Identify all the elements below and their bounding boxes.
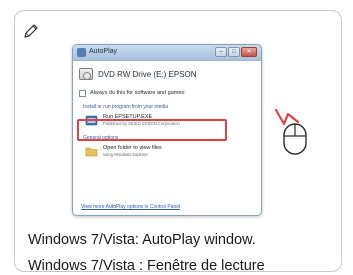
autoplay-window: AutoPlay – □ ✕ DVD RW Drive (E:) EPSON A… xyxy=(72,44,262,216)
highlight-box xyxy=(77,119,227,141)
dvd-drive-icon xyxy=(79,68,93,80)
caption-english: Windows 7/Vista: AutoPlay window. xyxy=(28,232,256,248)
open-folder-subtitle: using Windows Explorer xyxy=(103,152,148,157)
open-folder-option[interactable]: Open folder to view files using Windows … xyxy=(79,142,255,160)
open-folder-title: Open folder to view files xyxy=(103,145,162,151)
window-titlebar: AutoPlay – □ ✕ xyxy=(73,45,261,61)
drive-label: DVD RW Drive (E:) EPSON xyxy=(98,69,197,79)
autoplay-icon xyxy=(77,48,86,57)
always-do-this-checkbox[interactable] xyxy=(79,89,86,97)
window-title: AutoPlay xyxy=(89,48,118,55)
section-install-header: Install or run program from your media xyxy=(83,104,169,110)
maximize-button[interactable]: □ xyxy=(228,47,240,57)
checkbox-label: Always do this for software and games: xyxy=(90,90,186,96)
close-button[interactable]: ✕ xyxy=(241,47,257,57)
more-options-link[interactable]: View more AutoPlay options in Control Pa… xyxy=(81,204,180,210)
mouse-click-icon xyxy=(274,108,307,155)
caption-french: Windows 7/Vista : Fenêtre de lecture xyxy=(28,258,265,274)
minimize-button[interactable]: – xyxy=(215,47,227,57)
pencil-icon xyxy=(24,24,38,38)
folder-icon xyxy=(85,147,98,156)
